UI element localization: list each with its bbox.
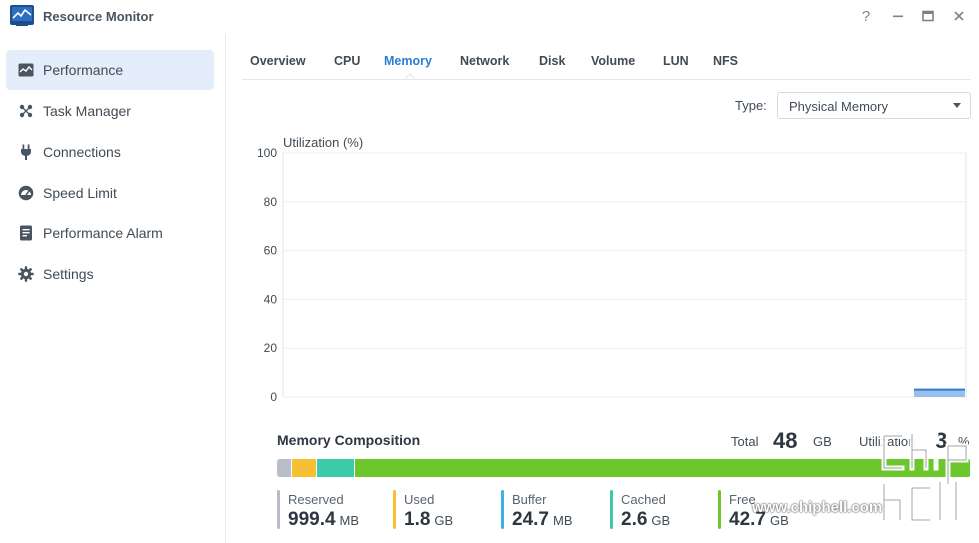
sidebar-item-performance[interactable]: Performance	[6, 50, 214, 90]
legend-color-stripe	[277, 490, 280, 529]
resource-monitor-app-icon	[10, 5, 34, 26]
close-icon	[954, 11, 964, 21]
legend-unit: GB	[434, 513, 454, 528]
sidebar-item-label: Performance Alarm	[43, 225, 163, 241]
sidebar-item-connections[interactable]: Connections	[6, 132, 214, 172]
tab-nfs[interactable]: NFS	[713, 54, 738, 68]
sidebar-item-label: Speed Limit	[43, 185, 117, 201]
tab-memory[interactable]: Memory	[384, 54, 432, 68]
y-tick-label: 100	[257, 146, 277, 160]
total-value: 48	[773, 428, 798, 453]
tab-cpu[interactable]: CPU	[334, 54, 360, 68]
composition-segment-reserved	[277, 459, 292, 477]
window-title: Resource Monitor	[43, 9, 154, 24]
y-tick-label: 80	[264, 195, 278, 209]
tab-volume[interactable]: Volume	[591, 54, 635, 68]
gear-icon	[18, 266, 34, 282]
legend-number: 24.7	[512, 509, 549, 530]
legend-value: 24.7 MB	[512, 509, 572, 531]
legend-unit: MB	[552, 513, 573, 528]
utilization-area	[914, 389, 965, 397]
legend-value: 1.8 GB	[404, 509, 453, 531]
y-tick-label: 40	[264, 292, 278, 306]
y-tick-label: 0	[270, 390, 277, 404]
active-tab-indicator	[405, 73, 415, 79]
maximize-button[interactable]	[916, 5, 940, 27]
help-button[interactable]: ?	[854, 5, 878, 27]
legend-value: 999.4 MB	[288, 509, 359, 531]
type-label: Type:	[735, 98, 767, 113]
type-select-value: Physical Memory	[789, 99, 888, 114]
tab-lun[interactable]: LUN	[663, 54, 689, 68]
memory-type-select[interactable]: Physical Memory	[777, 92, 971, 119]
composition-segment-cached	[317, 459, 355, 477]
legend-label: Reserved	[288, 492, 344, 507]
sidebar-item-settings[interactable]: Settings	[6, 254, 214, 294]
maximize-icon	[922, 10, 934, 22]
legend-color-stripe	[393, 490, 396, 529]
sidebar-item-label: Performance	[43, 62, 124, 78]
legend-value: 2.6 GB	[621, 509, 670, 531]
sidebar: Performance Task Manager Connections Spe…	[0, 34, 226, 543]
chevron-down-icon	[953, 103, 961, 108]
y-axis-title: Utilization (%)	[283, 135, 363, 150]
gauge-icon	[18, 185, 34, 201]
y-tick-label: 60	[264, 244, 278, 258]
legend-color-stripe	[501, 490, 504, 529]
legend-color-stripe	[718, 490, 721, 529]
sidebar-item-label: Settings	[43, 266, 94, 282]
chart-plot-area	[282, 152, 967, 398]
sidebar-item-label: Task Manager	[43, 103, 131, 119]
tab-network[interactable]: Network	[460, 54, 509, 68]
legend-label: Cached	[621, 492, 666, 507]
total-unit: GB	[813, 434, 832, 449]
legend-unit: MB	[339, 513, 360, 528]
legend-number: 999.4	[288, 509, 336, 530]
chiphell-watermark-text: www.chiphell.com	[752, 499, 883, 516]
total-label: Total	[731, 434, 759, 449]
memory-composition-title: Memory Composition	[277, 432, 421, 448]
utilization-chart: 100 80 60 40 20 0 Utilization (%)	[242, 130, 979, 405]
y-tick-label: 20	[264, 341, 278, 355]
title-bar: Resource Monitor ?	[0, 0, 979, 34]
sidebar-item-performance-alarm[interactable]: Performance Alarm	[6, 213, 214, 253]
utilization-chart-svg: 100 80 60 40 20 0 Utilization (%)	[257, 135, 967, 404]
close-button[interactable]	[947, 5, 971, 27]
performance-icon	[18, 63, 34, 77]
legend-label: Buffer	[512, 492, 547, 507]
legend-label: Used	[404, 492, 435, 507]
tab-overview[interactable]: Overview	[250, 54, 306, 68]
minimize-icon	[893, 15, 903, 18]
tab-disk[interactable]: Disk	[539, 54, 565, 68]
legend-unit: GB	[651, 513, 671, 528]
composition-segment-used	[291, 459, 318, 477]
legend-color-stripe	[610, 490, 613, 529]
sidebar-item-speed-limit[interactable]: Speed Limit	[6, 173, 214, 213]
sidebar-item-task-manager[interactable]: Task Manager	[6, 91, 214, 131]
task-manager-icon	[19, 104, 33, 118]
legend-number: 2.6	[621, 509, 648, 530]
alarm-report-icon	[20, 225, 32, 241]
chiphell-watermark-logo	[881, 431, 969, 523]
legend-number: 1.8	[404, 509, 431, 530]
sidebar-item-label: Connections	[43, 144, 121, 160]
plug-icon	[21, 144, 31, 160]
minimize-button[interactable]	[886, 5, 910, 27]
memory-composition-bar	[277, 459, 971, 477]
tab-bar: Overview CPU Memory Network Disk Volume …	[242, 40, 971, 80]
